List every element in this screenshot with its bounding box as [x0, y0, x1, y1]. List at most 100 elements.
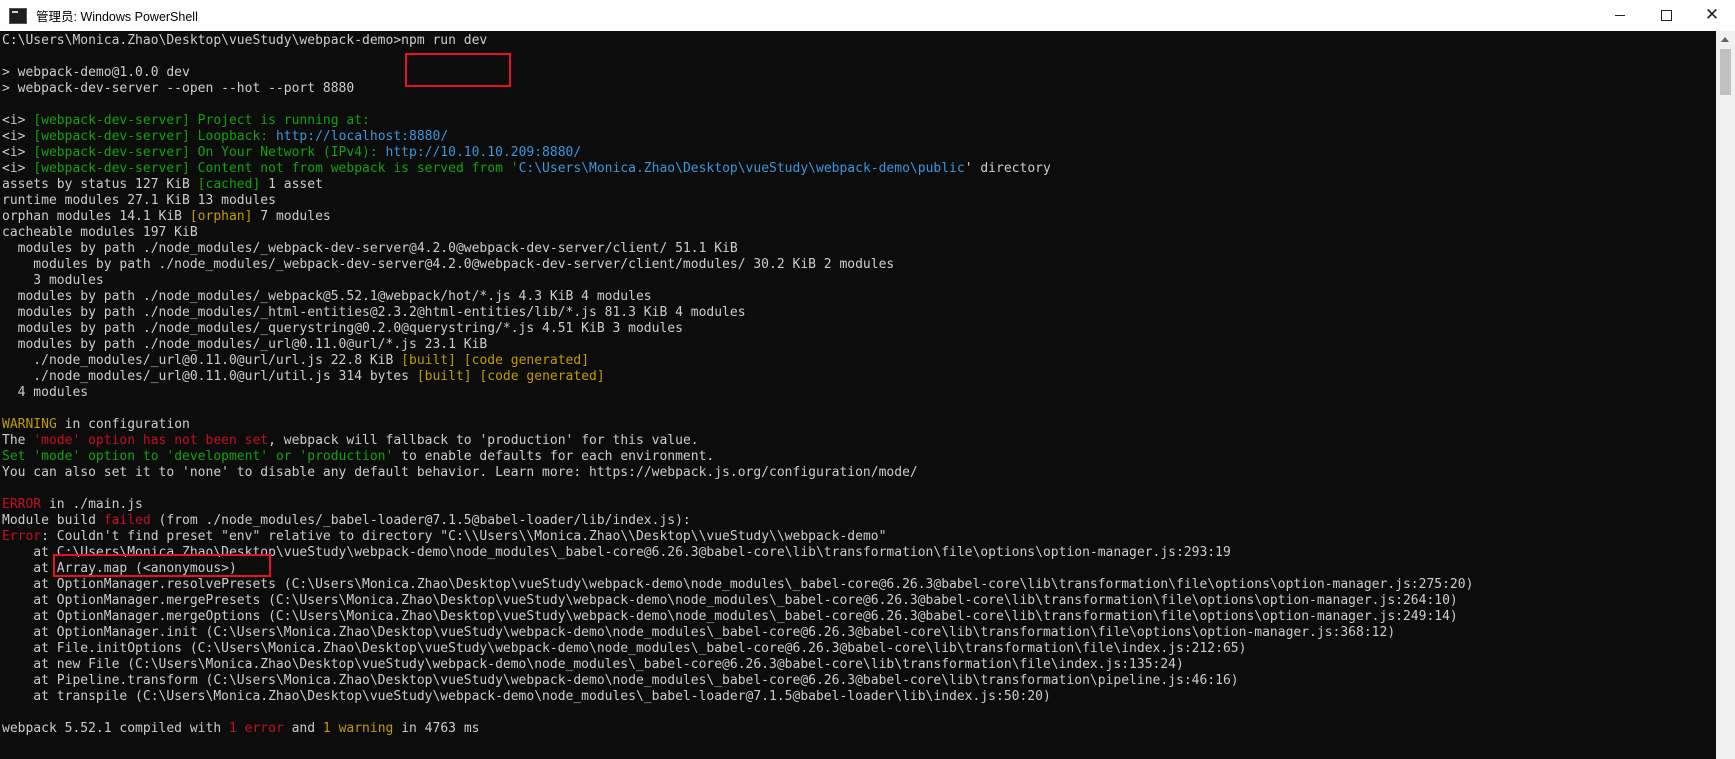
console-segment: [orphan] — [189, 209, 253, 224]
console-segment: ' directory — [964, 161, 1051, 176]
console-line: modules by path ./node_modules/_webpack-… — [2, 257, 1473, 273]
console-line: > webpack-demo@1.0.0 dev — [2, 65, 1473, 81]
console-segment: You can also set it to 'none' to disable… — [2, 465, 918, 480]
console-line: 4 modules — [2, 385, 1473, 401]
console-segment: webpack 5.52.1 compiled with — [2, 721, 229, 736]
console-segment: failed — [103, 513, 151, 528]
console-segment: > webpack-dev-server --open --hot --port… — [2, 81, 355, 96]
console-line: at new File (C:\Users\Monica.Zhao\Deskto… — [2, 657, 1473, 673]
console-segment: in ./main.js — [41, 497, 143, 512]
console-segment: [code generated] — [479, 369, 605, 384]
console-line: ERROR in ./main.js — [2, 497, 1473, 513]
console-segment: The — [2, 433, 34, 448]
console-line: 3 modules — [2, 273, 1473, 289]
vertical-scrollbar[interactable] — [1716, 31, 1735, 759]
minimize-button[interactable] — [1597, 0, 1643, 31]
console-text: C:\Users\Monica.Zhao\Desktop\vueStudy\we… — [2, 33, 1473, 737]
highlight-box-error — [53, 554, 271, 577]
close-button[interactable]: ✕ — [1689, 0, 1735, 31]
console-segment: <i> — [2, 161, 34, 176]
close-icon: ✕ — [1704, 5, 1720, 25]
console-segment: 7 modules — [252, 209, 331, 224]
console-line: ./node_modules/_url@0.11.0@url/util.js 3… — [2, 369, 1473, 385]
console-line: C:\Users\Monica.Zhao\Desktop\vueStudy\we… — [2, 33, 1473, 49]
console-line: at Pipeline.transform (C:\Users\Monica.Z… — [2, 673, 1473, 689]
console-segment: [built] — [416, 369, 472, 384]
console-segment: <i> — [2, 145, 34, 160]
console-segment: Set — [2, 449, 34, 464]
console-line: The 'mode' option has not been set, webp… — [2, 433, 1473, 449]
console-line: <i> [webpack-dev-server] Content not fro… — [2, 161, 1473, 177]
console-segment: runtime modules 27.1 KiB 13 modules — [2, 193, 276, 208]
console-line: modules by path ./node_modules/_querystr… — [2, 321, 1473, 337]
console-line: modules by path ./node_modules/_html-ent… — [2, 305, 1473, 321]
console-line: modules by path ./node_modules/_webpack@… — [2, 289, 1473, 305]
console-line: modules by path ./node_modules/_url@0.11… — [2, 337, 1473, 353]
console-segment: at transpile (C:\Users\Monica.Zhao\Deskt… — [2, 689, 1051, 704]
console-line: at OptionManager.resolvePresets (C:\User… — [2, 577, 1473, 593]
console-segment: ERROR — [2, 497, 42, 512]
console-segment: : Couldn't find preset "env" relative to… — [41, 529, 887, 544]
console-segment: 3 modules — [2, 273, 104, 288]
console-segment: at OptionManager.resolvePresets (C:\User… — [2, 577, 1474, 592]
console-segment: cacheable modules 197 KiB — [2, 225, 198, 240]
console-segment: ./node_modules/_url@0.11.0@url/util.js 3… — [2, 369, 417, 384]
console-segment: WARNING — [2, 417, 57, 432]
console-segment: Module build — [2, 513, 104, 528]
console-line: at transpile (C:\Users\Monica.Zhao\Deskt… — [2, 689, 1473, 705]
console-segment: modules by path ./node_modules/_querystr… — [2, 321, 683, 336]
console-segment: at Pipeline.transform (C:\Users\Monica.Z… — [2, 673, 1239, 688]
console-line: > webpack-dev-server --open --hot --port… — [2, 81, 1473, 97]
console-line: webpack 5.52.1 compiled with 1 error and… — [2, 721, 1473, 737]
console-segment: at OptionManager.mergePresets (C:\Users\… — [2, 593, 1458, 608]
console-line: cacheable modules 197 KiB — [2, 225, 1473, 241]
console-segment: [webpack-dev-server] Project is running … — [33, 113, 370, 128]
console-line: WARNING in configuration — [2, 417, 1473, 433]
console-line: runtime modules 27.1 KiB 13 modules — [2, 193, 1473, 209]
console-line: at OptionManager.mergePresets (C:\Users\… — [2, 593, 1473, 609]
console-segment: <i> — [2, 129, 34, 144]
console-segment: modules by path ./node_modules/_webpack-… — [2, 241, 738, 256]
console-segment: [webpack-dev-server] Content not from we… — [33, 161, 519, 176]
maximize-button[interactable] — [1643, 0, 1689, 31]
window-title: 管理员: Windows PowerShell — [36, 10, 198, 24]
console-segment: 'mode' option has not been set — [33, 433, 269, 448]
console-segment: [webpack-dev-server] On Your Network (IP… — [33, 145, 386, 160]
console-segment: , webpack will fallback to 'production' … — [268, 433, 699, 448]
console-segment: 1 warning — [322, 721, 394, 736]
console-line: You can also set it to 'none' to disable… — [2, 465, 1473, 481]
console-segment — [456, 353, 464, 368]
console-segment: at File.initOptions (C:\Users\Monica.Zha… — [2, 641, 1247, 656]
scroll-thumb[interactable] — [1720, 49, 1731, 95]
console-segment: [webpack-dev-server] Loopback: — [33, 129, 276, 144]
scroll-up-arrow-icon[interactable] — [1721, 37, 1729, 42]
console-segment: [built] — [401, 353, 456, 368]
console-segment: and — [283, 721, 323, 736]
console-output[interactable]: C:\Users\Monica.Zhao\Desktop\vueStudy\we… — [0, 31, 1716, 759]
console-segment: at OptionManager.init (C:\Users\Monica.Z… — [2, 625, 1396, 640]
console-line: Error: Couldn't find preset "env" relati… — [2, 529, 1473, 545]
maximize-icon — [1660, 10, 1672, 21]
console-segment: [code generated] — [463, 353, 590, 368]
console-line: at OptionManager.init (C:\Users\Monica.Z… — [2, 625, 1473, 641]
title-bar[interactable]: 管理员: Windows PowerShell ✕ — [0, 0, 1735, 32]
console-segment: assets by status 127 KiB — [2, 177, 198, 192]
powershell-window: 管理员: Windows PowerShell ✕ C:\Users\Monic… — [0, 0, 1735, 759]
console-line: <i> [webpack-dev-server] On Your Network… — [2, 145, 1473, 161]
console-segment: modules by path ./node_modules/_url@0.11… — [2, 337, 488, 352]
console-line: at File.initOptions (C:\Users\Monica.Zha… — [2, 641, 1473, 657]
console-segment: > webpack-demo@1.0.0 dev — [2, 65, 190, 80]
console-segment: C:\Users\Monica.Zhao\Desktop\vueStudy\we… — [518, 161, 965, 176]
console-segment: modules by path ./node_modules/_html-ent… — [2, 305, 746, 320]
console-segment: Error — [2, 529, 42, 544]
console-line: ./node_modules/_url@0.11.0@url/url.js 22… — [2, 353, 1473, 369]
console-segment: C:\Users\Monica.Zhao\Desktop\vueStudy\we… — [2, 33, 488, 48]
console-segment: (from ./node_modules/_babel-loader@7.1.5… — [150, 513, 691, 528]
console-segment: <i> — [2, 113, 34, 128]
console-line: orphan modules 14.1 KiB [orphan] 7 modul… — [2, 209, 1473, 225]
highlight-box-command — [405, 53, 511, 87]
console-segment: 'mode' option to 'development' or 'produ… — [33, 449, 394, 464]
